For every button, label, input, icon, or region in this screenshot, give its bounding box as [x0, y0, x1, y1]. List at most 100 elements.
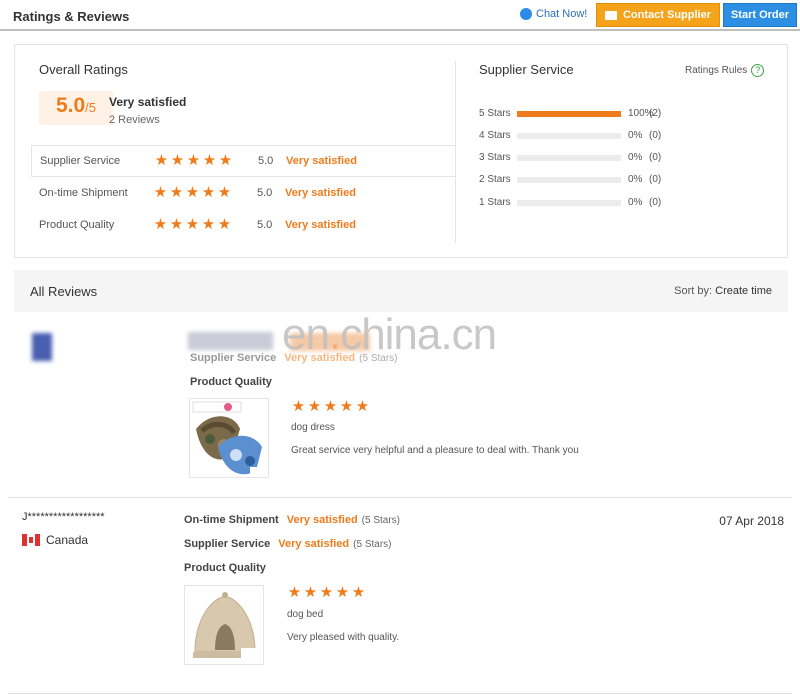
- distribution-count: (0): [649, 174, 662, 185]
- score-denominator: /5: [85, 100, 97, 115]
- distribution-label: 3 Stars: [479, 152, 511, 163]
- header-bar: Ratings & Reviews Chat Now! Contact Supp…: [0, 0, 800, 31]
- distribution-row: 4 Stars 0% (0): [479, 129, 779, 143]
- distribution-row: 5 Stars 100% (2): [479, 107, 779, 121]
- star-icon: ★: [339, 398, 354, 415]
- ratings-rules-label: Ratings Rules: [685, 65, 748, 76]
- all-reviews-bar: All Reviews Sort by: Create time: [14, 270, 788, 312]
- chat-icon: [520, 8, 532, 20]
- distribution-percent: 0%: [628, 130, 643, 141]
- chat-now-label: Chat Now!: [536, 8, 588, 20]
- product-thumbnail[interactable]: [184, 585, 264, 665]
- star-icon: ★: [351, 584, 366, 601]
- star-icon: ★: [287, 584, 302, 601]
- star-icon: ★: [307, 398, 322, 415]
- help-icon: ?: [751, 64, 765, 77]
- rating-label: On-time Shipment: [184, 514, 279, 526]
- sort-value: Create time: [715, 285, 772, 297]
- sub-rating-value: 5.0: [257, 187, 273, 199]
- sub-rating-word: Very satisfied: [286, 155, 357, 167]
- dog-dress-image: [190, 399, 268, 477]
- page-title: Ratings & Reviews: [13, 9, 130, 24]
- distribution-bar: [517, 177, 621, 183]
- star-icon: ★: [186, 152, 201, 169]
- star-icon: ★: [303, 584, 318, 601]
- star-icon: ★: [319, 584, 334, 601]
- canada-flag-icon: [22, 534, 40, 546]
- star-icon: ★: [291, 398, 306, 415]
- rating-note: (5 Stars): [353, 539, 392, 550]
- distribution-label: 4 Stars: [479, 130, 511, 141]
- distribution-percent: 0%: [628, 152, 643, 163]
- star-icon: ★: [185, 184, 200, 201]
- dog-bed-image: [185, 586, 263, 664]
- blurred-text: [188, 332, 273, 350]
- star-icon: ★: [154, 152, 169, 169]
- score-value: 5.0: [55, 94, 86, 117]
- rating-label: Product Quality: [190, 376, 272, 388]
- review-rating-line: Product Quality: [184, 562, 266, 574]
- star-icon: ★: [153, 184, 168, 201]
- distribution-row: 3 Stars 0% (0): [479, 151, 779, 165]
- review-product-name: dog bed: [287, 609, 324, 620]
- distribution-count: (2): [649, 108, 662, 119]
- review-rating-line: On-time Shipment Very satisfied (5 Stars): [184, 514, 400, 526]
- sub-rating-row: On-time Shipment ★ ★ ★ ★ ★ 5.0 Very satisfie…: [31, 178, 456, 210]
- distribution-bar: [517, 200, 621, 206]
- review-product-name: dog dress: [291, 422, 335, 433]
- star-icon: ★: [218, 152, 233, 169]
- distribution-count: (0): [649, 197, 662, 208]
- distribution-count: (0): [649, 130, 662, 141]
- review-rating-line: Product Quality: [190, 376, 272, 388]
- distribution-fill: [517, 111, 621, 117]
- star-rating: ★ ★ ★ ★ ★: [153, 185, 232, 200]
- review-separator: [8, 693, 792, 694]
- review-stars: ★ ★ ★ ★ ★: [287, 585, 366, 600]
- rating-label: Product Quality: [184, 562, 266, 574]
- distribution-percent: 0%: [628, 174, 643, 185]
- sub-rating-word: Very satisfied: [285, 187, 356, 199]
- star-icon: ★: [185, 216, 200, 233]
- all-reviews-title: All Reviews: [30, 284, 98, 299]
- review-date: 07 Apr 2018: [719, 514, 784, 528]
- overall-ratings-heading: Overall Ratings: [39, 62, 128, 77]
- sub-rating-row: Supplier Service ★ ★ ★ ★ ★ 5.0 Very satisfie…: [31, 145, 456, 177]
- country-name: Canada: [46, 533, 89, 547]
- star-rating: ★ ★ ★ ★ ★: [154, 153, 233, 168]
- distribution-row: 2 Stars 0% (0): [479, 173, 779, 187]
- sub-rating-label: Product Quality: [39, 219, 115, 231]
- distribution-count: (0): [649, 152, 662, 163]
- star-icon: ★: [217, 216, 232, 233]
- chat-now-link[interactable]: Chat Now!: [520, 8, 587, 20]
- sub-rating-word: Very satisfied: [285, 219, 356, 231]
- sub-rating-row: Product Quality ★ ★ ★ ★ ★ 5.0 Very satisfied: [31, 210, 456, 242]
- contact-supplier-button[interactable]: Contact Supplier: [596, 3, 720, 27]
- ratings-rules-link[interactable]: Ratings Rules ?: [685, 64, 765, 77]
- overall-satisfaction: Very satisfied: [109, 95, 187, 109]
- watermark: en.china.cn: [282, 310, 497, 359]
- review-text: Very pleased with quality.: [287, 632, 400, 643]
- star-icon: ★: [201, 216, 216, 233]
- blurred-avatar: [32, 333, 52, 361]
- star-icon: ★: [169, 184, 184, 201]
- sub-rating-value: 5.0: [258, 155, 274, 167]
- review-rating-line: Supplier Service Very satisfied (5 Stars): [184, 538, 392, 550]
- star-icon: ★: [355, 398, 370, 415]
- star-icon: ★: [202, 152, 217, 169]
- review-text: Great service very helpful and a pleasur…: [291, 445, 579, 456]
- sub-rating-label: Supplier Service: [40, 155, 121, 167]
- reviewer-country: Canada: [22, 533, 88, 547]
- star-icon: ★: [323, 398, 338, 415]
- star-icon: ★: [169, 216, 184, 233]
- sort-control[interactable]: Sort by: Create time: [674, 285, 772, 297]
- start-order-button[interactable]: Start Order: [723, 3, 797, 27]
- distribution-percent: 0%: [628, 197, 643, 208]
- sort-label: Sort by:: [674, 285, 713, 297]
- overall-score: 5.0 /5: [39, 91, 113, 125]
- distribution-bar: [517, 111, 621, 117]
- distribution-label: 2 Stars: [479, 174, 511, 185]
- rating-label: Supplier Service: [184, 538, 271, 550]
- star-icon: ★: [201, 184, 216, 201]
- product-thumbnail[interactable]: [189, 398, 269, 478]
- contact-supplier-label: Contact Supplier: [622, 9, 711, 21]
